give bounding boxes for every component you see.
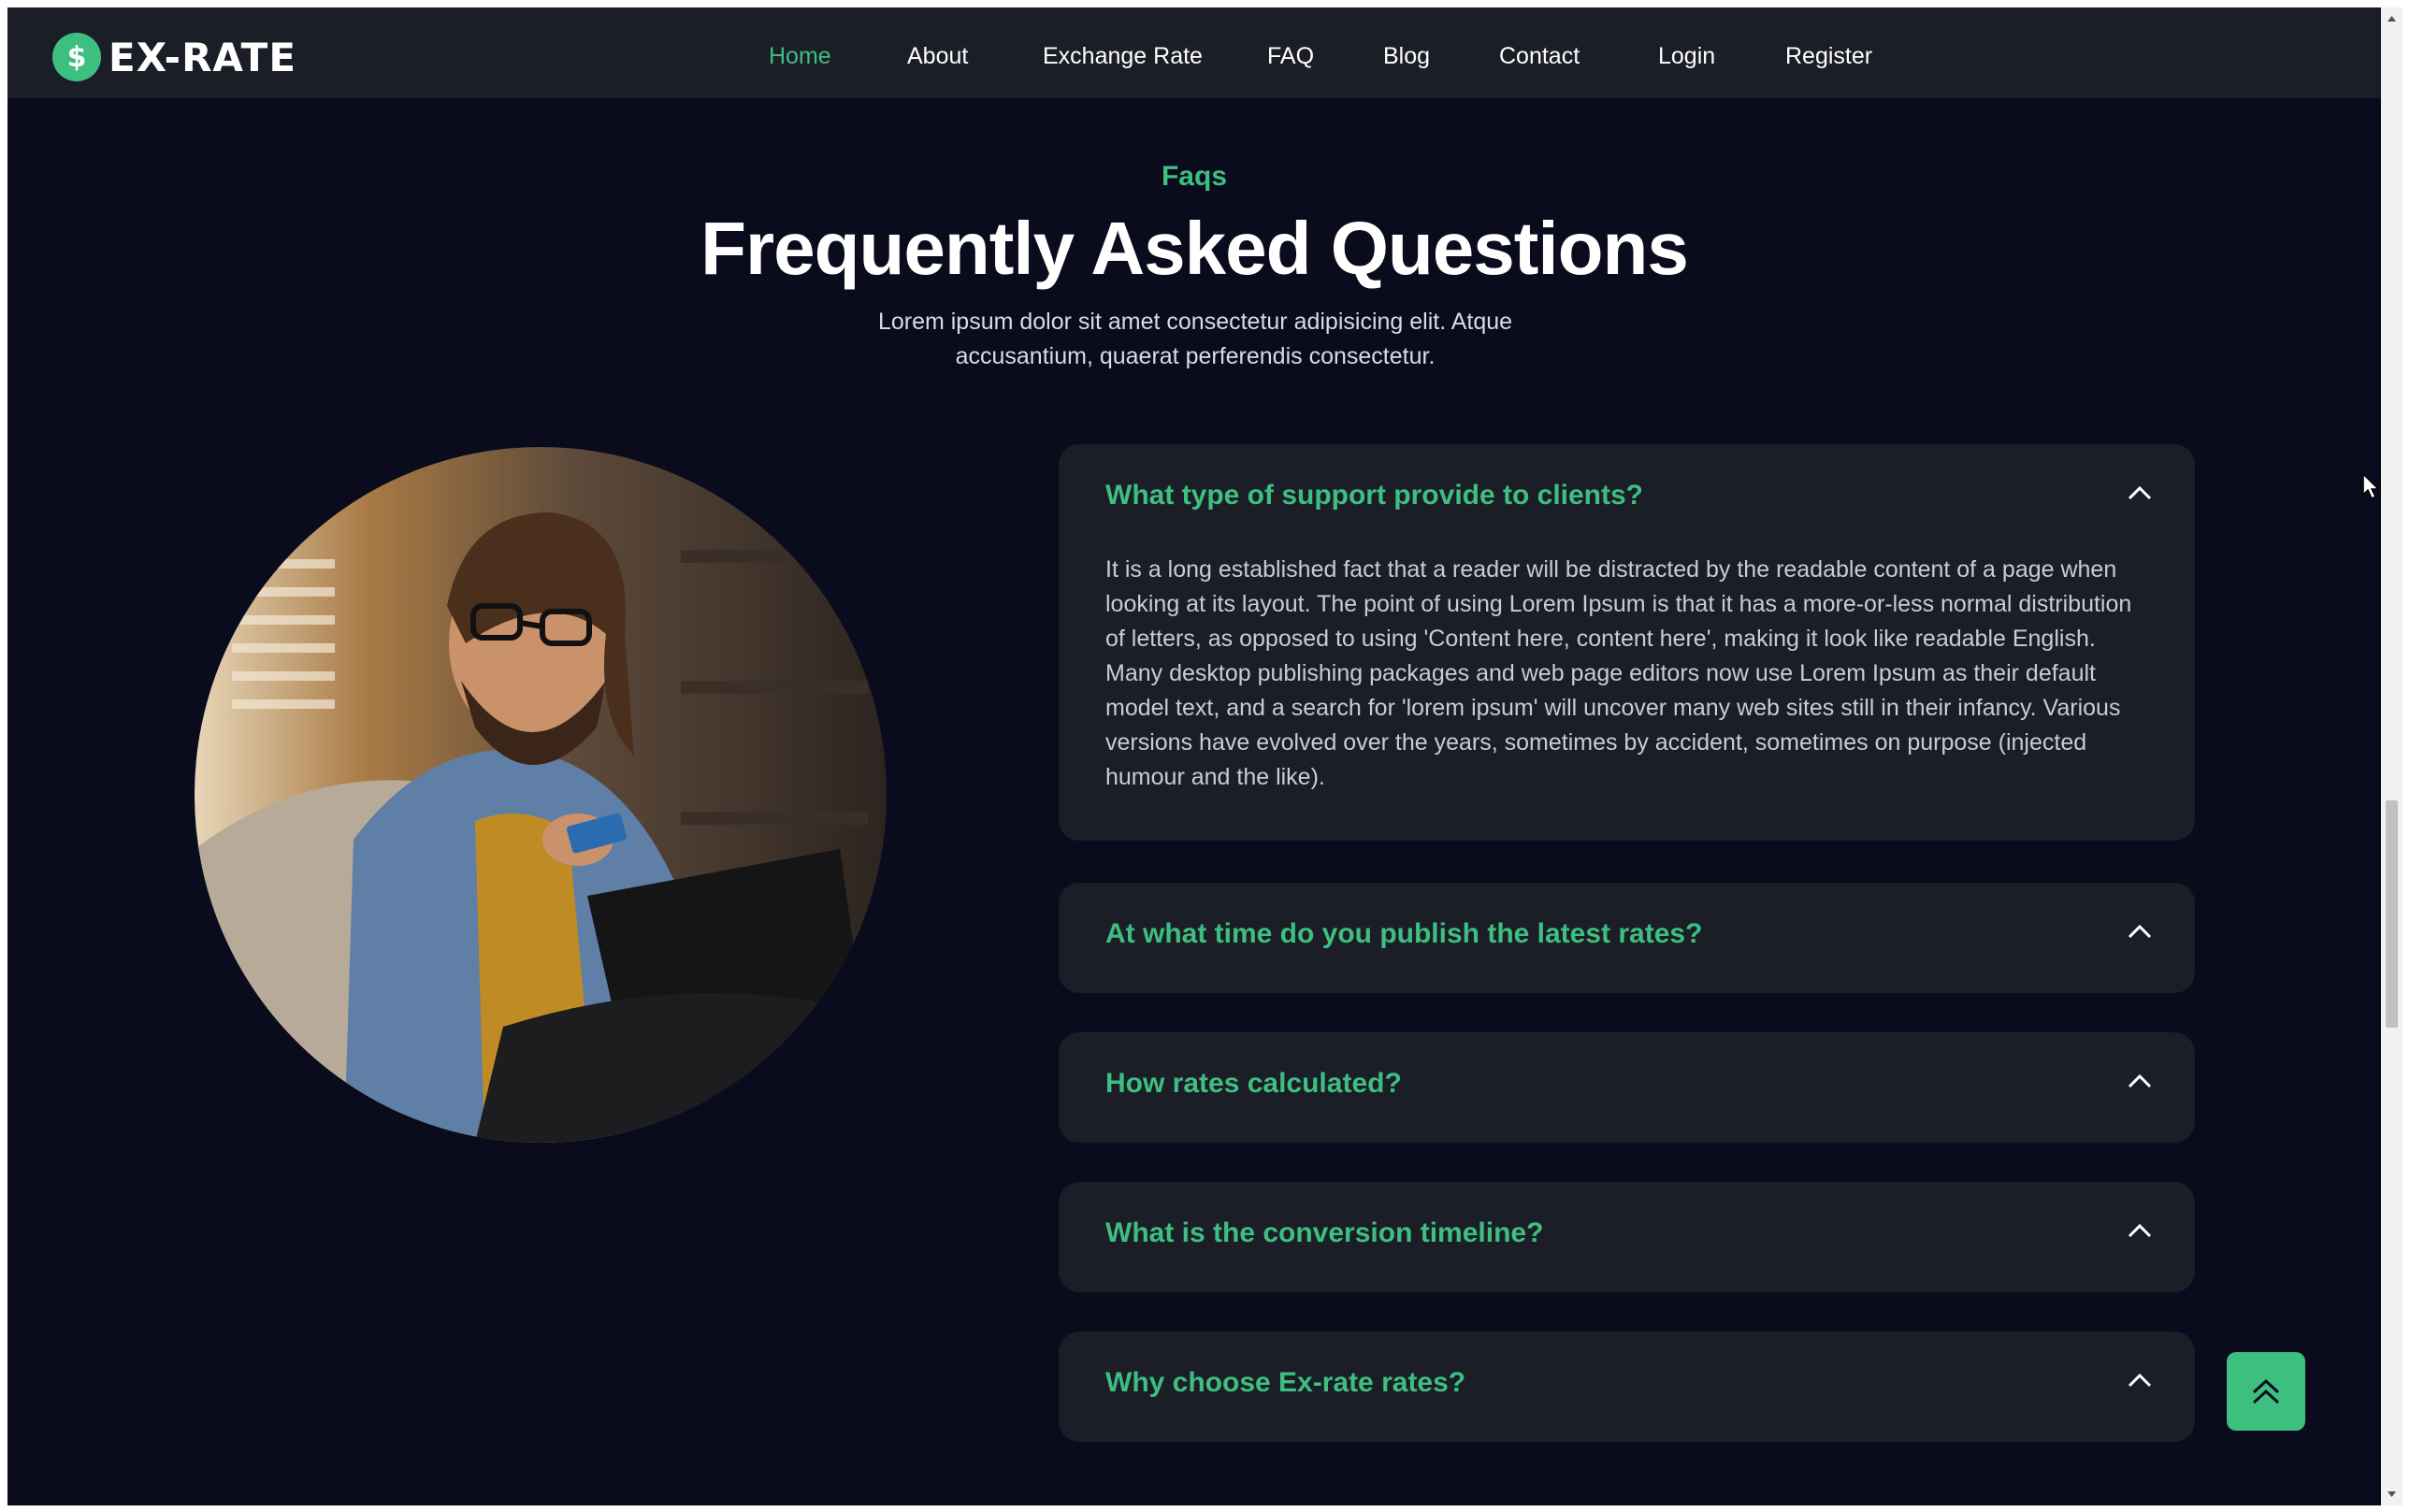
chevron-up-icon[interactable] [2128, 1073, 2152, 1088]
nav-blog-link[interactable]: Blog [1383, 43, 1430, 70]
site-logo[interactable]: $ EX-RATE [52, 33, 296, 81]
faq-question[interactable]: What is the conversion timeline? [1105, 1217, 1543, 1249]
faq-item-conversion-timeline[interactable]: What is the conversion timeline? [1059, 1182, 2195, 1292]
chevron-up-icon[interactable] [2128, 1223, 2152, 1238]
faq-photo [195, 447, 887, 1143]
nav-about-link[interactable]: About [907, 43, 968, 70]
logo-dollar-icon: $ [52, 33, 101, 81]
faq-question[interactable]: Why choose Ex-rate rates? [1105, 1367, 1465, 1399]
chevron-up-icon[interactable] [2128, 1373, 2152, 1388]
nav-register-link[interactable]: Register [1785, 43, 1872, 70]
section-eyebrow: Faqs [1161, 161, 1228, 192]
faq-item-rates-calculated[interactable]: How rates calculated? [1059, 1032, 2195, 1143]
back-to-top-button[interactable] [2227, 1352, 2305, 1431]
faq-question[interactable]: What type of support provide to clients? [1105, 480, 1643, 511]
scrollbar-thumb[interactable] [2386, 800, 2398, 1028]
browser-viewport: $ EX-RATE Home About Exchange Rate FAQ B… [7, 7, 2381, 1505]
nav-faq-link[interactable]: FAQ [1267, 43, 1314, 70]
faq-item-support[interactable]: What type of support provide to clients?… [1059, 444, 2195, 841]
logo-text: EX-RATE [108, 34, 297, 80]
vertical-scrollbar[interactable] [2381, 7, 2403, 1505]
chevron-up-icon[interactable] [2128, 924, 2152, 939]
double-chevron-up-icon [2252, 1378, 2280, 1404]
chevron-up-icon[interactable] [2128, 485, 2152, 500]
scroll-up-arrow-icon[interactable] [2381, 9, 2403, 28]
section-subtitle: Lorem ipsum dolor sit amet consectetur a… [877, 309, 1513, 369]
faq-answer: It is a long established fact that a rea… [1105, 556, 2132, 790]
faq-question[interactable]: How rates calculated? [1105, 1068, 1402, 1100]
page-title: Frequently Asked Questions [700, 207, 1689, 290]
scroll-down-arrow-icon[interactable] [2381, 1485, 2403, 1504]
faq-item-why-choose[interactable]: Why choose Ex-rate rates? [1059, 1332, 2195, 1442]
faq-item-publish-time[interactable]: At what time do you publish the latest r… [1059, 883, 2195, 993]
nav-exchange-rate-link[interactable]: Exchange Rate [1043, 43, 1203, 70]
faq-question[interactable]: At what time do you publish the latest r… [1105, 918, 1702, 950]
nav-home-link[interactable]: Home [769, 43, 831, 70]
nav-contact-link[interactable]: Contact [1499, 43, 1580, 70]
nav-login-link[interactable]: Login [1658, 43, 1715, 70]
mouse-pointer-icon [2362, 473, 2380, 499]
navbar: $ EX-RATE Home About Exchange Rate FAQ B… [7, 7, 2381, 98]
